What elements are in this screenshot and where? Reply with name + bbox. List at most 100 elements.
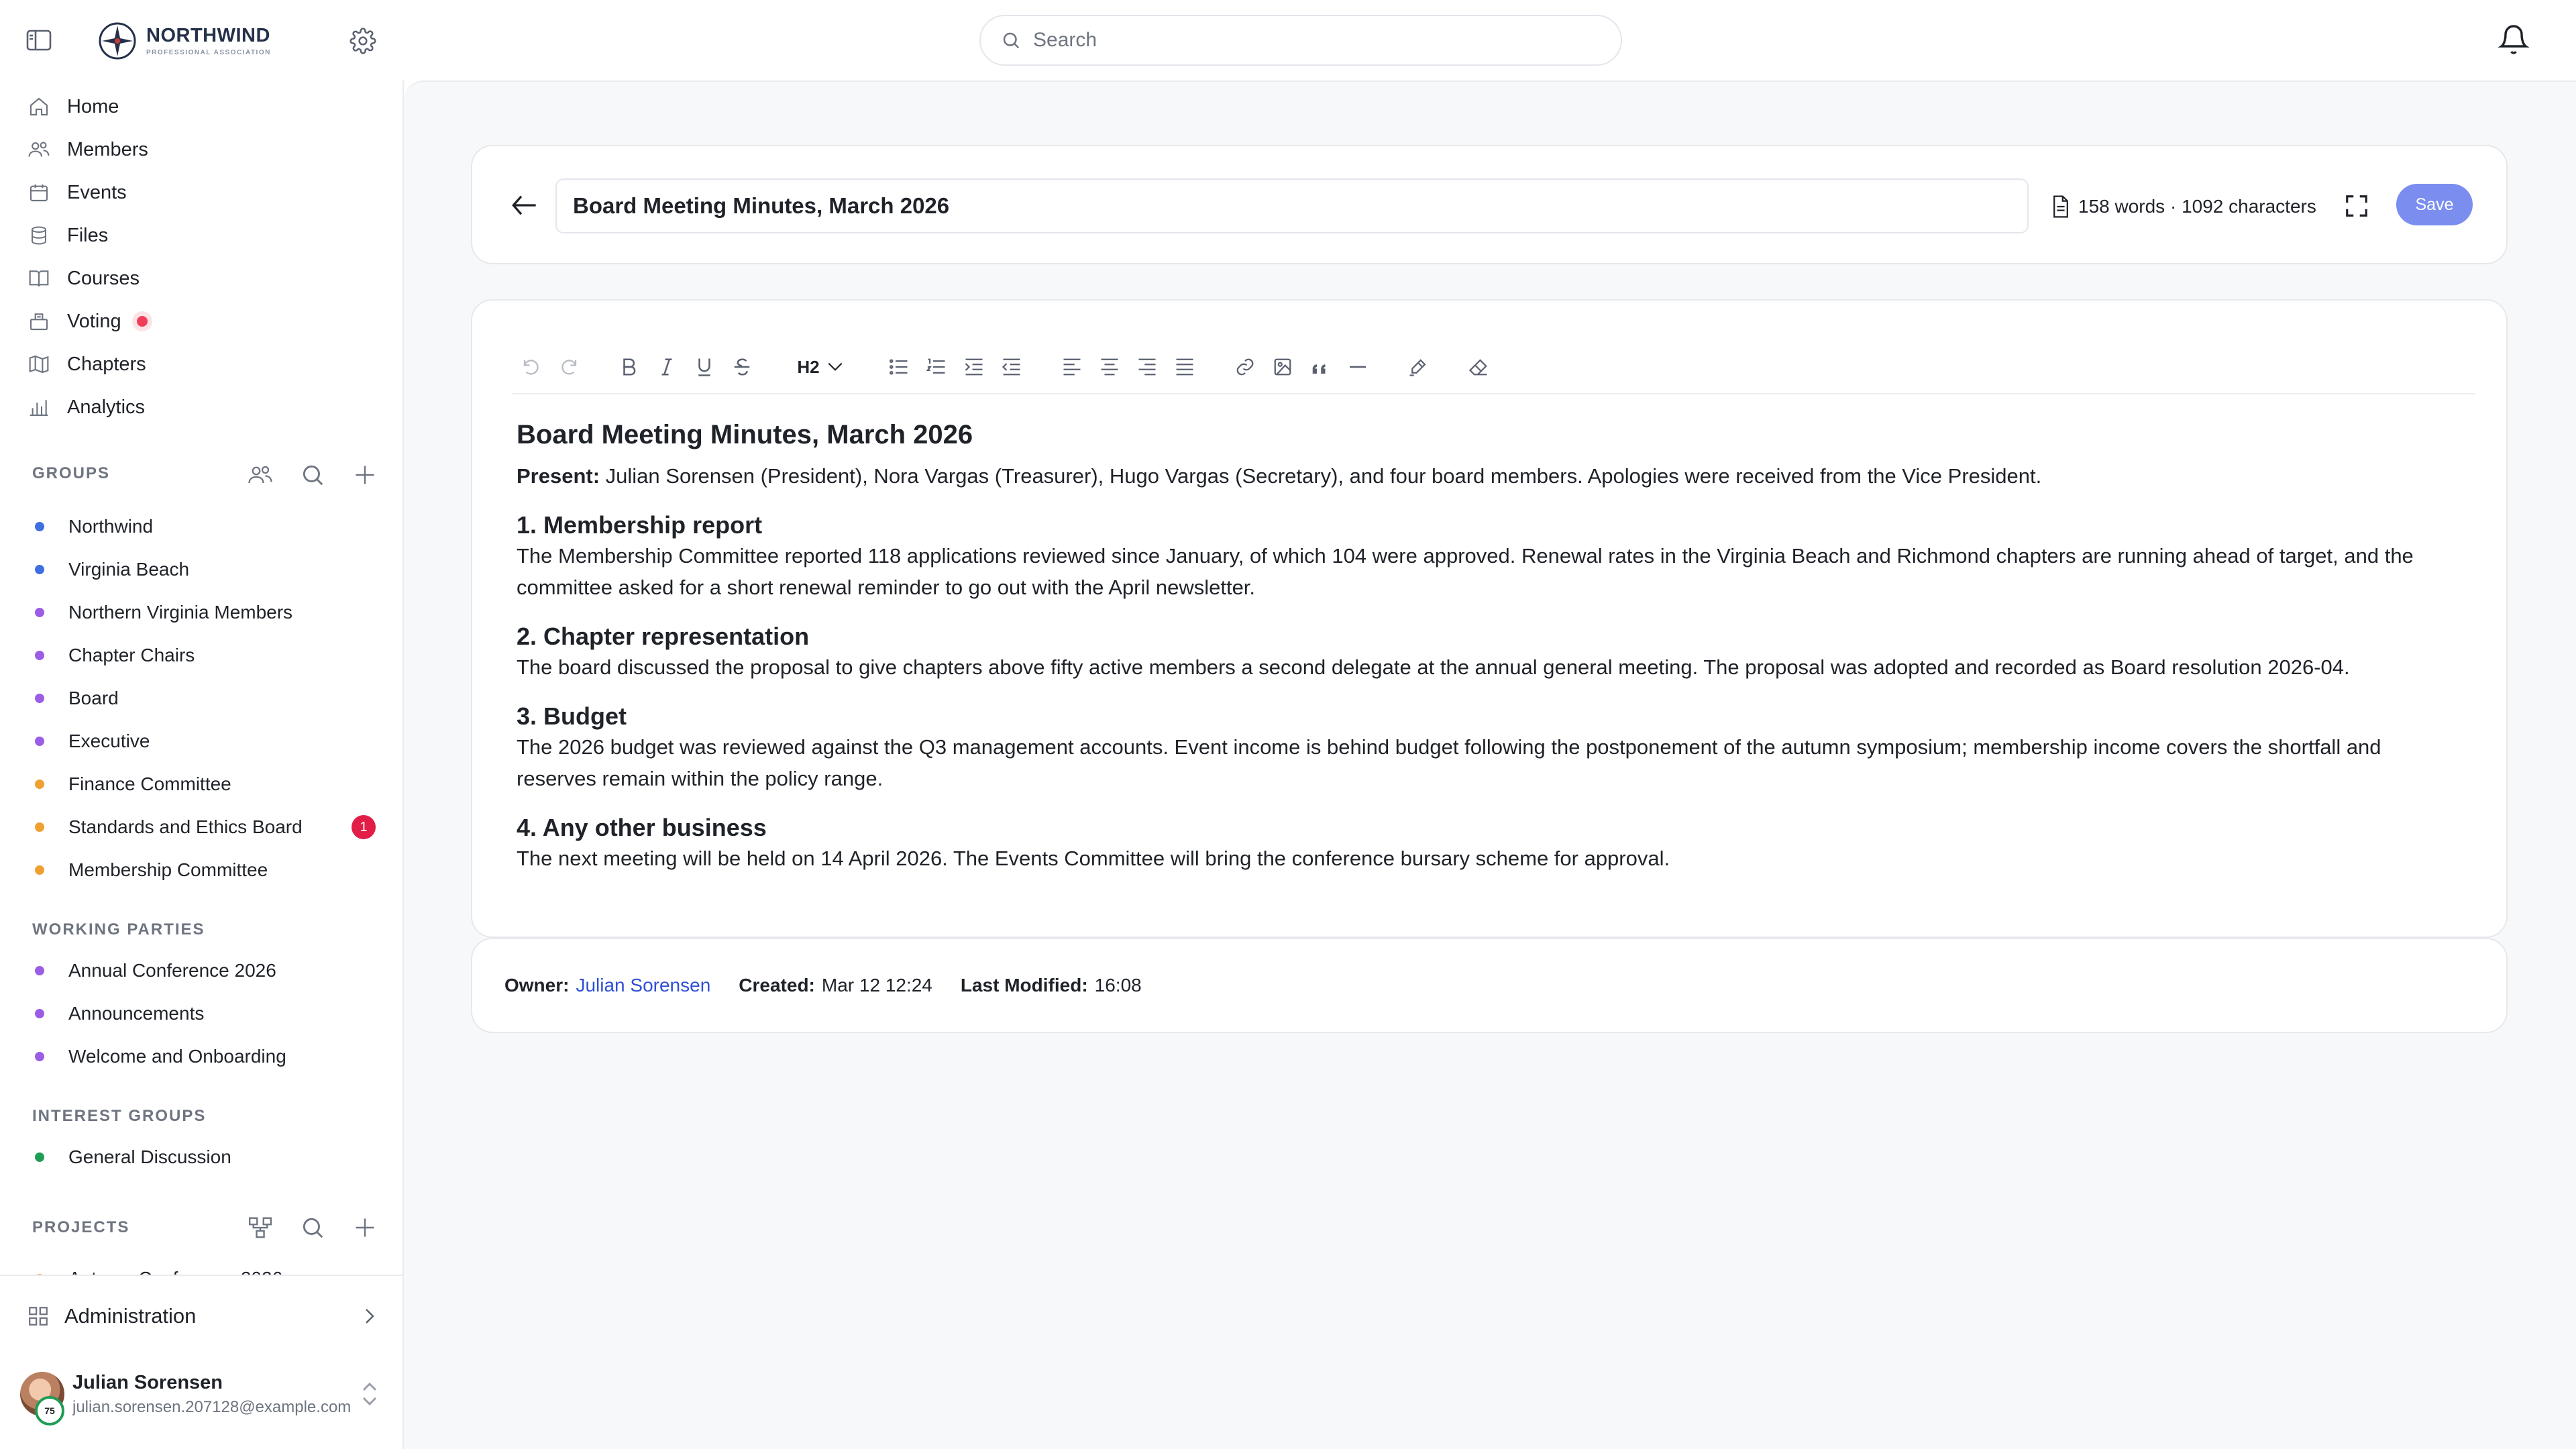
group-members-icon[interactable] — [246, 460, 275, 490]
group-item-standards-ethics[interactable]: Standards and Ethics Board 1 — [35, 811, 376, 843]
owner-link[interactable]: Julian Sorensen — [576, 975, 710, 996]
document-title-input[interactable] — [555, 178, 2029, 233]
indent-icon[interactable] — [955, 348, 993, 386]
working-party-annual-conference[interactable]: Annual Conference 2026 — [35, 955, 376, 987]
chevron-down-icon — [828, 362, 843, 371]
group-item-northwind[interactable]: Northwind — [35, 511, 376, 543]
italic-icon[interactable] — [648, 348, 686, 386]
modified-value: 16:08 — [1094, 975, 1142, 996]
nav-label: Analytics — [67, 396, 146, 418]
bullet-list-icon[interactable] — [880, 348, 918, 386]
nav-label: Events — [67, 181, 127, 203]
strikethrough-icon[interactable] — [723, 348, 761, 386]
user-menu[interactable]: 75 Julian Sorensen julian.sorensen.20712… — [20, 1362, 380, 1426]
clear-format-eraser-icon[interactable] — [1460, 348, 1497, 386]
group-label: Northern Virginia Members — [68, 602, 293, 623]
nav-events[interactable]: Events — [27, 176, 127, 209]
horizontal-rule-icon[interactable] — [1339, 348, 1377, 386]
highlight-pen-icon[interactable] — [1399, 348, 1437, 386]
created-label: Created: — [739, 975, 815, 996]
group-label: Standards and Ethics Board — [68, 816, 303, 837]
group-label: Announcements — [68, 1003, 205, 1024]
group-item-board[interactable]: Board — [35, 682, 376, 714]
numbered-list-icon[interactable] — [918, 348, 955, 386]
working-party-welcome[interactable]: Welcome and Onboarding — [35, 1040, 376, 1073]
home-icon — [27, 95, 51, 119]
administration-link[interactable]: Administration — [27, 1295, 380, 1338]
image-icon[interactable] — [1264, 348, 1301, 386]
section-body: The board discussed the proposal to give… — [517, 655, 2350, 679]
nav-voting[interactable]: Voting — [27, 305, 152, 338]
bold-icon[interactable] — [610, 348, 648, 386]
redo-icon[interactable] — [550, 348, 588, 386]
underline-icon[interactable] — [686, 348, 723, 386]
nav-label: Courses — [67, 267, 140, 289]
project-search-icon[interactable] — [298, 1213, 327, 1242]
fullscreen-icon[interactable] — [2340, 189, 2373, 223]
section-heading: 4. Any other business — [517, 814, 767, 841]
nav-analytics[interactable]: Analytics — [27, 390, 145, 424]
sidebar: Home Members Events Files Courses Voting… — [0, 80, 404, 1449]
link-icon[interactable] — [1226, 348, 1264, 386]
project-add-icon[interactable] — [350, 1213, 380, 1242]
working-party-announcements[interactable]: Announcements — [35, 998, 376, 1030]
group-item-virginia-beach[interactable]: Virginia Beach — [35, 553, 376, 586]
outdent-icon[interactable] — [993, 348, 1030, 386]
owner-label: Owner: — [504, 975, 570, 996]
group-color-dot — [35, 822, 44, 832]
logo[interactable]: NORTHWIND PROFESSIONAL ASSOCIATION — [98, 20, 271, 62]
group-item-membership-committee[interactable]: Membership Committee — [35, 854, 376, 886]
group-label: Northwind — [68, 516, 154, 537]
group-item-finance-committee[interactable]: Finance Committee — [35, 768, 376, 800]
back-arrow-icon[interactable] — [506, 186, 543, 224]
logo-compass-icon — [99, 22, 136, 60]
document-body[interactable]: Board Meeting Minutes, March 2026 Presen… — [517, 419, 2466, 874]
group-item-northern-virginia[interactable]: Northern Virginia Members — [35, 596, 376, 629]
editor-toolbar: H2 — [513, 341, 2475, 394]
sidebar-toggle-icon[interactable] — [24, 25, 54, 55]
group-label: Welcome and Onboarding — [68, 1046, 286, 1067]
group-label: General Discussion — [68, 1146, 231, 1167]
nav-home[interactable]: Home — [27, 90, 119, 123]
section-heading: 2. Chapter representation — [517, 623, 810, 650]
search-input[interactable] — [1033, 29, 1583, 52]
search-icon — [1003, 32, 1020, 49]
group-item-executive[interactable]: Executive — [35, 725, 376, 757]
logo-subtext: PROFESSIONAL ASSOCIATION — [146, 48, 271, 56]
blockquote-icon[interactable] — [1301, 348, 1339, 386]
nav-label: Members — [67, 138, 148, 160]
group-label: Board — [68, 688, 119, 708]
top-bar: NORTHWIND PROFESSIONAL ASSOCIATION — [0, 0, 2576, 80]
heading-select[interactable]: H2 — [784, 348, 857, 386]
nav-files[interactable]: Files — [27, 219, 108, 252]
align-center-icon[interactable] — [1091, 348, 1128, 386]
nav-courses[interactable]: Courses — [27, 262, 140, 295]
project-tree-icon[interactable] — [246, 1213, 275, 1242]
group-label: Membership Committee — [68, 859, 268, 880]
group-color-dot — [35, 1152, 44, 1162]
group-color-dot — [35, 1009, 44, 1018]
group-search-icon[interactable] — [298, 460, 327, 490]
group-add-icon[interactable] — [350, 460, 380, 490]
align-justify-icon[interactable] — [1166, 348, 1203, 386]
notifications-bell-icon[interactable] — [2494, 19, 2533, 60]
search-bar[interactable] — [979, 15, 1622, 66]
save-button[interactable]: Save — [2396, 184, 2473, 225]
group-color-dot — [35, 522, 44, 531]
word-count-text: 158 words · 1092 characters — [2078, 196, 2316, 217]
interest-group-general-discussion[interactable]: General Discussion — [35, 1141, 376, 1173]
nav-members[interactable]: Members — [27, 133, 148, 166]
group-color-dot — [35, 780, 44, 789]
nav-label: Chapters — [67, 353, 146, 375]
group-item-chapter-chairs[interactable]: Chapter Chairs — [35, 639, 376, 672]
working-parties-section-title: WORKING PARTIES — [32, 920, 205, 938]
nav-chapters[interactable]: Chapters — [27, 347, 146, 381]
undo-icon[interactable] — [513, 348, 550, 386]
chart-icon — [27, 395, 51, 419]
user-row: 75 Julian Sorensen julian.sorensen.20712… — [0, 1352, 402, 1440]
align-left-icon[interactable] — [1053, 348, 1091, 386]
align-right-icon[interactable] — [1128, 348, 1166, 386]
map-icon — [27, 352, 51, 376]
settings-gear-icon[interactable] — [346, 24, 380, 58]
administration-label: Administration — [64, 1304, 197, 1328]
